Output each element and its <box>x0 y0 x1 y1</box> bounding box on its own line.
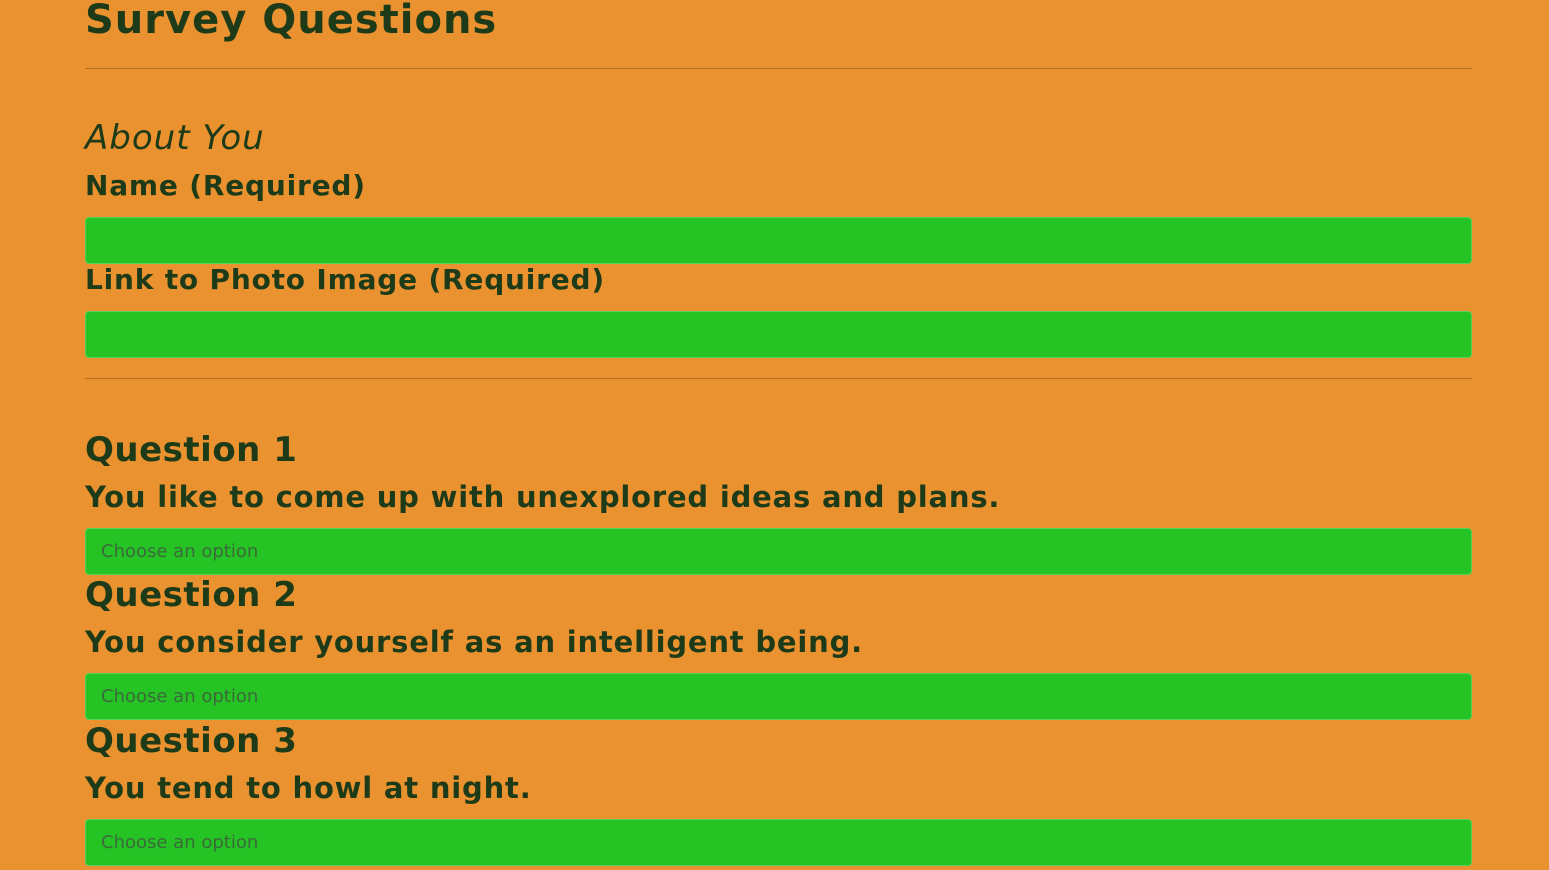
section-title-about: About You <box>85 118 265 158</box>
question-2-title: Question 2 <box>85 575 298 615</box>
title-divider <box>85 68 1472 69</box>
page-title: Survey Questions <box>85 0 498 43</box>
question-2-text: You consider yourself as an intelligent … <box>85 625 863 659</box>
question-2-selected-option: Choose an option <box>101 686 259 707</box>
question-1-selected-option: Choose an option <box>101 541 259 562</box>
question-3-select[interactable]: Choose an option <box>85 819 1472 866</box>
question-3-text: You tend to howl at night. <box>85 771 532 805</box>
name-input[interactable] <box>85 217 1472 264</box>
question-1-title: Question 1 <box>85 430 298 470</box>
question-1-text: You like to come up with unexplored idea… <box>85 480 1001 514</box>
name-label: Name (Required) <box>85 169 366 202</box>
photo-link-input[interactable] <box>85 311 1472 358</box>
question-3-selected-option: Choose an option <box>101 832 259 853</box>
question-2-select[interactable]: Choose an option <box>85 673 1472 720</box>
question-3-title: Question 3 <box>85 721 298 761</box>
section-divider <box>85 378 1472 379</box>
photo-link-label: Link to Photo Image (Required) <box>85 263 606 296</box>
question-1-select[interactable]: Choose an option <box>85 528 1472 575</box>
